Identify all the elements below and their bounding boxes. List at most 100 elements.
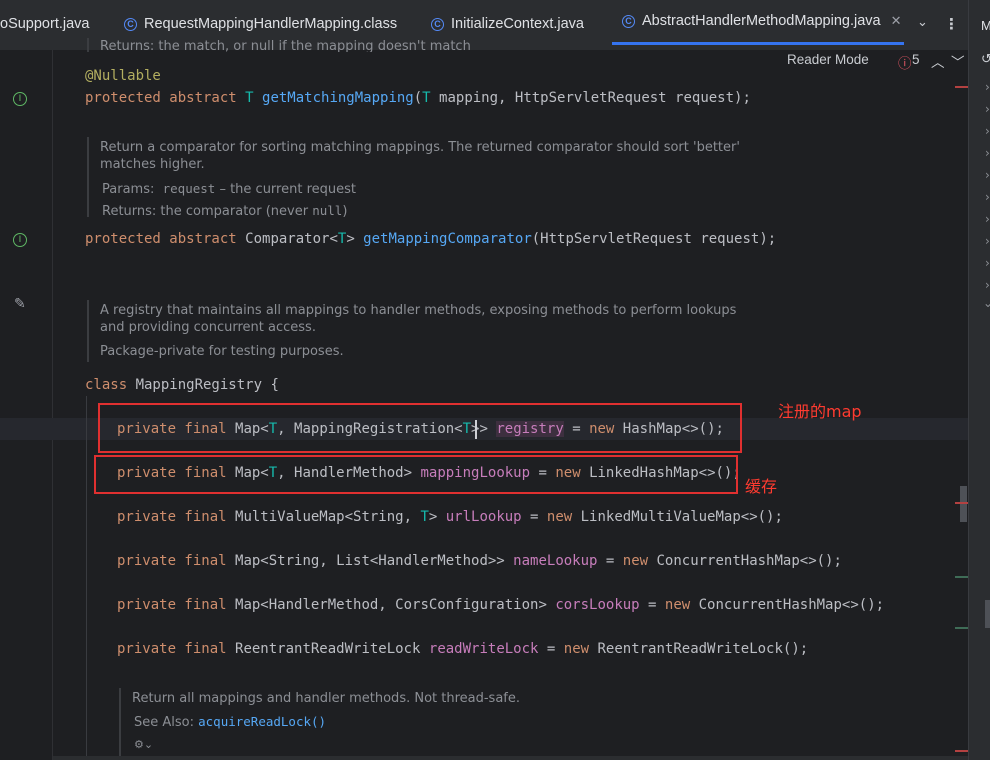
keyword: new	[622, 553, 657, 569]
field-name: corsLookup	[555, 597, 640, 613]
keyword: class	[85, 377, 136, 393]
code-text: =	[538, 641, 564, 657]
panel-title-initial: M	[981, 18, 990, 33]
field-name-lookup[interactable]: private final Map<String, List<HandlerMe…	[117, 551, 842, 571]
constructor: ConcurrentHashMap<>();	[656, 553, 842, 569]
chevron-right-icon[interactable]: ›	[985, 102, 990, 116]
type-name: Map<HandlerMethod, CorsConfiguration>	[235, 597, 556, 613]
field-url-lookup[interactable]: private final MultiValueMap<String, T> u…	[117, 507, 783, 527]
keyword: private final	[117, 509, 236, 525]
class-name: MappingRegistry {	[135, 377, 279, 393]
chevron-down-icon[interactable]: ⌄	[983, 296, 990, 310]
doc-params: Params: request – the current request	[100, 180, 740, 198]
doc-get-mappings: Return all mappings and handler methods.…	[119, 688, 692, 760]
chevron-right-icon[interactable]: ›	[985, 234, 990, 248]
tab-list-chevron-icon[interactable]: ⌄	[917, 15, 928, 30]
tab-support-java[interactable]: oSupport.java	[0, 0, 89, 48]
field-name: readWriteLock	[428, 641, 539, 657]
indent-guide	[86, 396, 87, 760]
keyword: protected abstract	[85, 231, 246, 247]
doc-see-also: See Also: acquireReadLock()	[132, 713, 692, 731]
param-desc: – the current request	[215, 182, 356, 197]
class-icon: C	[622, 14, 635, 28]
editor-gutter	[0, 50, 53, 760]
chevron-right-icon[interactable]: ›	[985, 212, 990, 226]
param-name: request	[162, 181, 216, 196]
null-literal: null	[312, 203, 343, 218]
panel-scroll-thumb[interactable]	[985, 600, 990, 628]
doc-returns: Returns: the comparator (never null)	[100, 202, 740, 220]
close-tab-icon[interactable]: ✕	[891, 13, 902, 29]
implemented-method-icon[interactable]: I	[13, 92, 27, 106]
error-marker[interactable]	[955, 502, 968, 504]
doc-mapping-registry: A registry that maintains all mappings t…	[87, 300, 740, 362]
change-marker[interactable]	[955, 627, 968, 629]
editor-scroll-thumb[interactable]	[960, 486, 967, 522]
chevron-right-icon[interactable]: ›	[985, 80, 990, 94]
mapping-lookup-highlight-box	[94, 455, 738, 494]
keyword: new	[546, 509, 581, 525]
doc-returns-fragment: Returns: the match, or null if the mappi…	[87, 38, 471, 52]
code-text: (	[413, 90, 423, 106]
get-mapping-comparator-declaration[interactable]: protected abstract Comparator<T> getMapp…	[85, 229, 776, 249]
doc-line: matches higher.	[100, 157, 205, 172]
edit-pencil-icon[interactable]: ✎	[14, 296, 26, 312]
see-also-link[interactable]: acquireReadLock()	[198, 714, 326, 729]
sync-icon[interactable]: ↺	[981, 52, 990, 67]
error-icon[interactable]: ⓘ	[898, 52, 912, 72]
doc-line: and providing concurrent access.	[100, 320, 316, 335]
get-matching-mapping-declaration[interactable]: protected abstract T getMatchingMapping(…	[85, 88, 751, 108]
horizontal-scrollbar[interactable]	[53, 756, 968, 760]
error-marker[interactable]	[955, 750, 968, 752]
change-marker[interactable]	[955, 576, 968, 578]
doc-line: Package-private for testing purposes.	[100, 344, 344, 359]
keyword: protected abstract	[85, 90, 246, 106]
tab-label: oSupport.java	[0, 16, 90, 32]
tab-label: InitializeContext.java	[451, 16, 584, 32]
type-param: T	[420, 509, 429, 525]
class-icon: C	[124, 17, 137, 31]
constructor: ConcurrentHashMap<>();	[698, 597, 885, 613]
type-name: Comparator<	[245, 231, 338, 247]
chevron-right-icon[interactable]: ›	[985, 168, 990, 182]
registry-note: 注册的map	[778, 402, 862, 421]
code-text: =	[521, 509, 547, 525]
mapping-registry-class-declaration[interactable]: class MappingRegistry {	[85, 375, 279, 395]
previous-problem-icon[interactable]: ︿	[931, 51, 945, 71]
field-cors-lookup[interactable]: private final Map<HandlerMethod, CorsCon…	[117, 595, 884, 615]
chevron-right-icon[interactable]: ›	[985, 278, 990, 292]
reader-mode-toggle[interactable]: Reader Mode	[787, 52, 869, 67]
type-param: T	[245, 90, 263, 106]
type-name: >	[428, 509, 446, 525]
doc-render-toggle-icon[interactable]: ⚙⌄	[132, 736, 692, 753]
returns-desc: the comparator (never	[156, 204, 313, 219]
chevron-right-icon[interactable]: ›	[985, 256, 990, 270]
doc-label: Params:	[102, 182, 155, 197]
more-actions-icon[interactable]: ⋮	[944, 15, 959, 33]
doc-line: Return a comparator for sorting matching…	[100, 140, 740, 155]
tab-label: RequestMappingHandlerMapping.class	[144, 16, 398, 32]
constructor: LinkedMultiValueMap<>();	[580, 509, 783, 525]
field-read-write-lock[interactable]: private final ReentrantReadWriteLock rea…	[117, 639, 808, 659]
implemented-method-icon[interactable]: I	[13, 233, 27, 247]
type-name: MultiValueMap<String,	[235, 509, 421, 525]
method-name: getMatchingMapping	[262, 90, 414, 106]
keyword: private final	[117, 641, 236, 657]
type-param: T	[422, 90, 431, 106]
code-text: =	[597, 553, 623, 569]
chevron-right-icon[interactable]: ›	[985, 190, 990, 204]
doc-label: See Also:	[134, 715, 199, 730]
problems-count[interactable]: 5	[912, 52, 920, 67]
chevron-right-icon[interactable]: ›	[985, 124, 990, 138]
error-marker[interactable]	[955, 86, 968, 88]
tab-abstract-handler-method-mapping[interactable]: C AbstractHandlerMethodMapping.java ✕	[612, 0, 904, 45]
doc-line: A registry that maintains all mappings t…	[100, 303, 737, 318]
doc-line: Return all mappings and handler methods.…	[132, 691, 521, 706]
type-name: >	[346, 231, 364, 247]
next-problem-icon[interactable]: ﹀	[951, 51, 965, 71]
chevron-right-icon[interactable]: ›	[985, 146, 990, 160]
structure-side-panel: M ↺ › › › › › › › › › › ⌄	[968, 0, 990, 760]
tab-label: AbstractHandlerMethodMapping.java	[642, 13, 881, 29]
returns-end: )	[342, 204, 348, 219]
code-text: (HttpServletRequest request);	[531, 231, 777, 247]
